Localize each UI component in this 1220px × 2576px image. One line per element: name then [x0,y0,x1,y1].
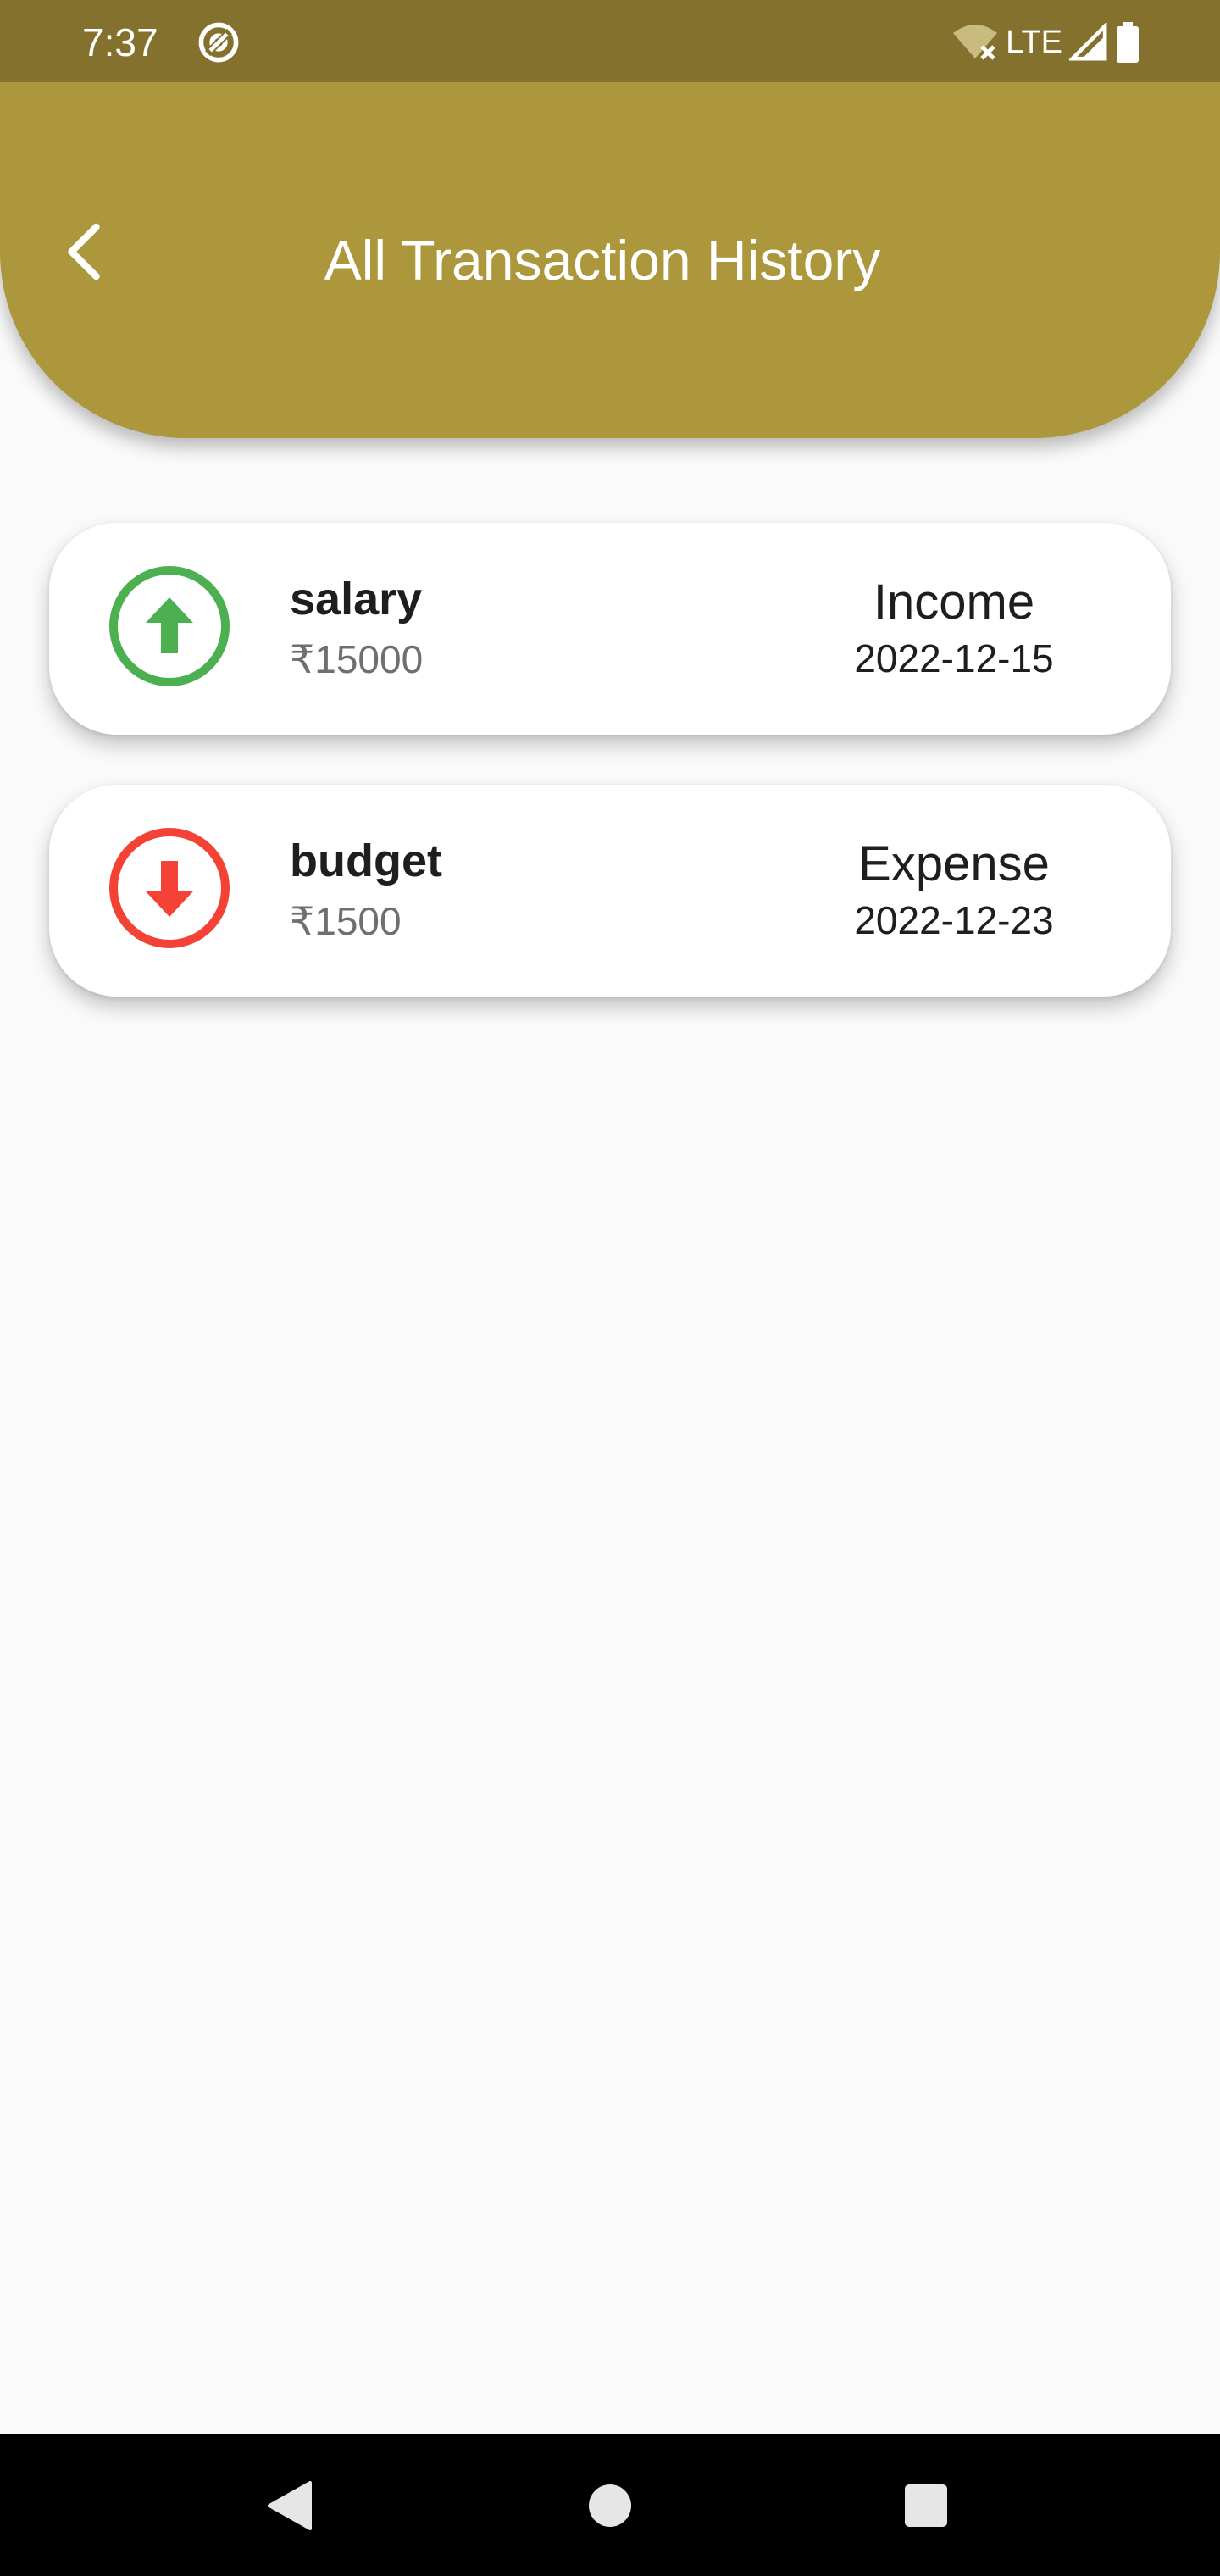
transaction-date: 2022-12-15 [854,636,1054,680]
battery-icon [1117,22,1139,63]
transaction-title: salary [290,574,423,625]
transaction-type: Expense [858,836,1050,891]
at-sign-icon [198,22,239,63]
arrow-up-circle-icon [109,566,230,686]
transaction-amount: ₹1500 [290,899,402,943]
arrow-down-circle-icon [109,828,230,948]
transaction-card[interactable]: budget ₹1500 Expense 2022-12-23 [49,785,1171,997]
page-title: All Transaction History [324,229,881,291]
recents-square-icon [905,2484,947,2527]
system-nav-bar [0,2434,1220,2576]
back-triangle-icon [268,2481,312,2530]
status-bar: 7:37 LTE [0,0,1220,82]
transaction-amount: ₹15000 [290,637,424,681]
status-time: 7:37 [82,20,158,64]
home-circle-icon [589,2484,631,2527]
nav-back-button[interactable] [252,2468,328,2544]
transaction-card[interactable]: salary ₹15000 Income 2022-12-15 [49,523,1171,735]
transaction-title: budget [290,836,442,886]
app-header: All Transaction History [0,82,1220,438]
status-icons: LTE [951,19,1140,66]
network-type: LTE [1006,25,1062,60]
signal-icon [1069,23,1107,61]
wifi-off-icon [953,25,998,60]
nav-home-button[interactable] [572,2468,648,2544]
transaction-type: Income [873,575,1035,630]
nav-recents-button[interactable] [888,2468,964,2544]
transaction-date: 2022-12-23 [854,898,1054,942]
